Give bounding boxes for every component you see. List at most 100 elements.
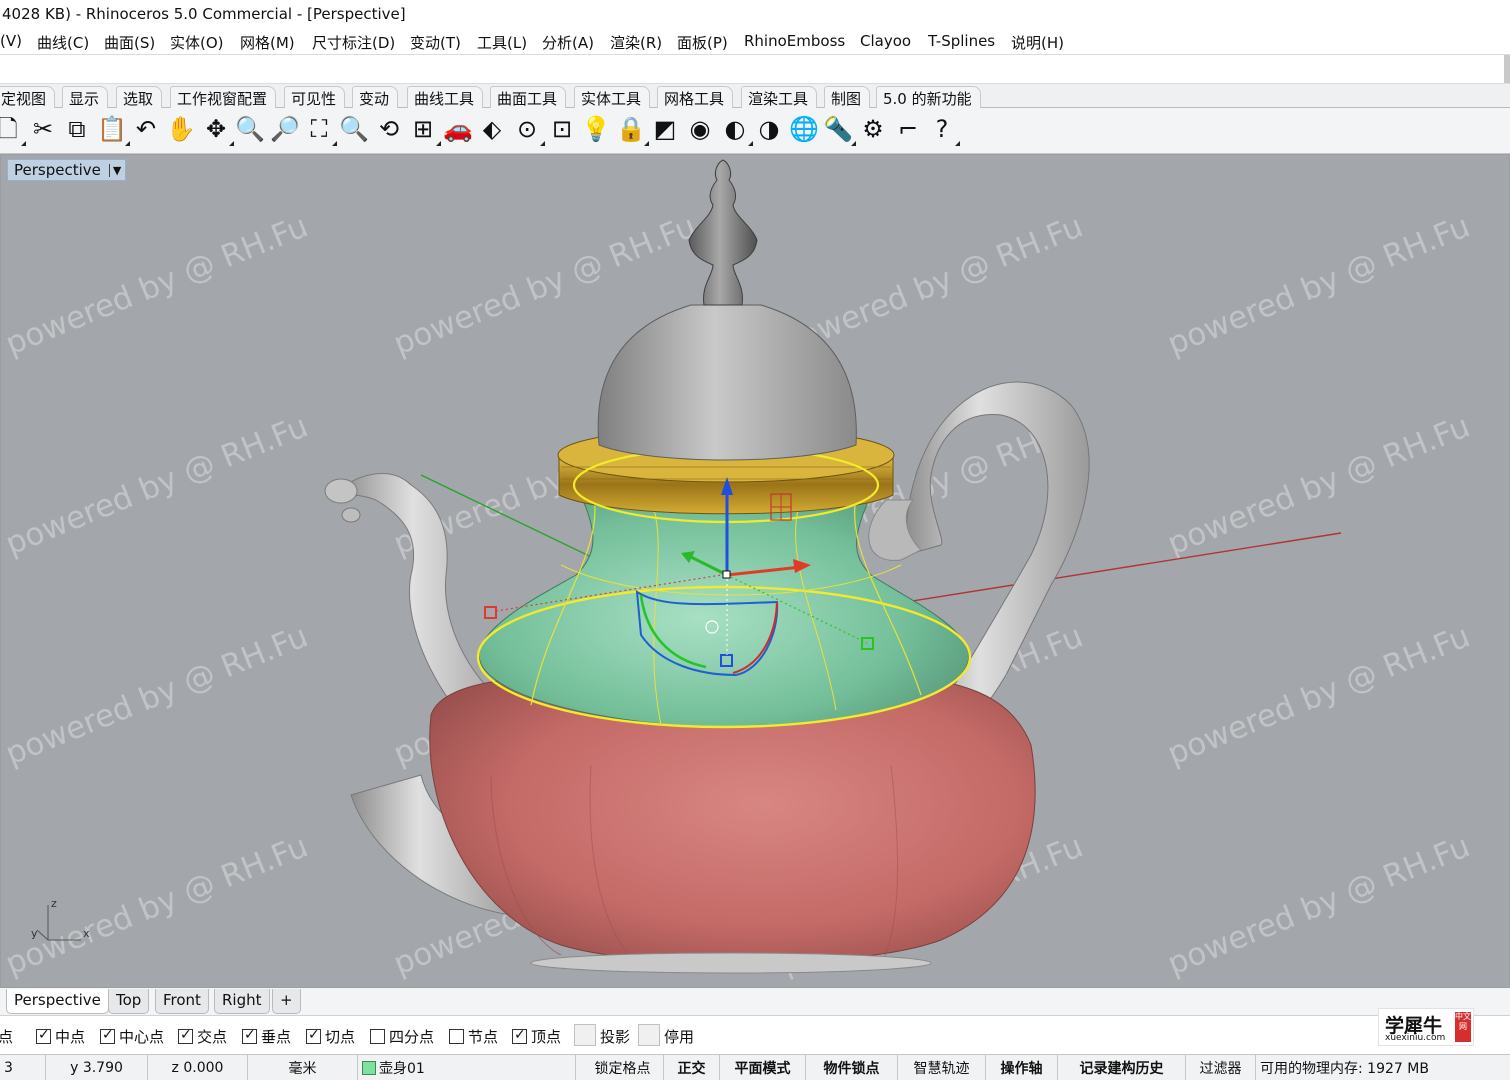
toggle-ortho[interactable]: 正交 xyxy=(664,1055,720,1080)
perspective-viewport[interactable]: powered by @ RH.Fu powered by @ RH.Fu powe… xyxy=(0,154,1510,988)
tab-display[interactable]: 显示 xyxy=(62,86,109,108)
toggle-planar[interactable]: 平面模式 xyxy=(720,1055,806,1080)
tab-viewport-layout[interactable]: 工作视窗配置 xyxy=(170,86,277,108)
osnap-checkbox[interactable] xyxy=(36,1027,51,1044)
properties-icon[interactable]: ⊡ xyxy=(546,112,578,146)
osnap-checkbox[interactable] xyxy=(370,1029,385,1044)
lock-icon[interactable]: 🔒 xyxy=(615,112,649,146)
osnap-tangent[interactable]: 切点 xyxy=(306,1026,355,1047)
menu-dimension[interactable]: 尺寸标注(D) xyxy=(312,32,395,53)
undo-view-icon[interactable]: ⟲ xyxy=(373,112,405,146)
menu-transform[interactable]: 变动(T) xyxy=(410,32,461,53)
cplane-icon[interactable]: ⬖ xyxy=(476,112,508,146)
tab-surface-tools[interactable]: 曲面工具 xyxy=(490,86,567,108)
viewport-scene[interactable]: powered by @ RH.Fu powered by @ RH.Fu powe… xyxy=(1,155,1510,988)
tab-new-in-v5[interactable]: 5.0 的新功能 xyxy=(876,86,981,108)
select-points-icon[interactable]: ⊙ xyxy=(511,112,545,146)
layer-icon[interactable]: ◩ xyxy=(649,112,681,146)
toggle-gumball[interactable]: 操作轴 xyxy=(986,1055,1058,1080)
tab-select[interactable]: 选取 xyxy=(116,86,163,108)
osnap-project[interactable]: 投影 xyxy=(600,1026,630,1047)
osnap-checkbox[interactable] xyxy=(306,1027,321,1044)
named-view-car-icon[interactable]: 🚗 xyxy=(442,112,474,146)
zoom-selected-icon[interactable]: 🔍 xyxy=(338,112,370,146)
tab-solid-tools[interactable]: 实体工具 xyxy=(574,86,651,108)
toggle-grid-snap[interactable]: 锁定格点 xyxy=(582,1055,664,1080)
undo-icon[interactable]: ↶ xyxy=(130,112,162,146)
osnap-disable[interactable]: 停用 xyxy=(664,1026,694,1047)
menu-help[interactable]: 说明(H) xyxy=(1011,32,1064,53)
osnap-point[interactable]: 点 xyxy=(0,1026,13,1047)
cut-icon[interactable]: ✂ xyxy=(27,112,59,146)
osnap-checkbox[interactable] xyxy=(242,1027,257,1044)
tab-render-tools[interactable]: 渲染工具 xyxy=(741,86,818,108)
osnap-checkbox[interactable] xyxy=(100,1027,115,1044)
toggle-smarttrack[interactable]: 智慧轨迹 xyxy=(898,1055,986,1080)
command-area[interactable] xyxy=(0,54,1510,84)
tab-visibility[interactable]: 可见性 xyxy=(284,86,346,108)
light-bulb-icon[interactable]: 💡 xyxy=(580,112,612,146)
help-icon[interactable]: ? xyxy=(926,112,960,146)
render-sphere-icon[interactable]: ◐ xyxy=(719,112,753,146)
four-viewports-icon[interactable]: ⊞ xyxy=(407,112,441,146)
new-icon[interactable]: 🗋 xyxy=(0,112,26,146)
menu-render[interactable]: 渲染(R) xyxy=(610,32,662,53)
disable-toggle-button[interactable] xyxy=(638,1024,660,1046)
zoom-icon[interactable]: 🔍 xyxy=(234,112,266,146)
tab-mesh-tools[interactable]: 网格工具 xyxy=(657,86,734,108)
pan-hand-icon[interactable]: ✋ xyxy=(165,112,197,146)
tab-transform[interactable]: 变动 xyxy=(352,86,399,108)
osnap-mid[interactable]: 中点 xyxy=(36,1026,85,1047)
menu-tools[interactable]: 工具(L) xyxy=(477,32,527,53)
toggle-filter[interactable]: 过滤器 xyxy=(1186,1055,1256,1080)
tab-perspective[interactable]: Perspective xyxy=(6,989,109,1014)
menu-clayoo[interactable]: Clayoo xyxy=(860,32,911,50)
gear-options-icon[interactable]: ⚙ xyxy=(857,112,889,146)
osnap-knot[interactable]: 节点 xyxy=(449,1026,498,1047)
osnap-checkbox[interactable] xyxy=(178,1027,193,1044)
tab-drafting[interactable]: 制图 xyxy=(824,86,871,108)
add-viewport-tab-icon[interactable]: + xyxy=(272,989,301,1014)
menu-surface[interactable]: 曲面(S) xyxy=(104,32,155,53)
tab-set-view[interactable]: 定视图 xyxy=(0,86,56,108)
color-wheel-icon[interactable]: ◉ xyxy=(684,112,716,146)
menu-solid[interactable]: 实体(O) xyxy=(170,32,224,53)
osnap-checkbox[interactable] xyxy=(449,1029,464,1044)
toggle-osnap[interactable]: 物件锁点 xyxy=(806,1055,898,1080)
toggle-record-history[interactable]: 记录建构历史 xyxy=(1058,1055,1186,1080)
copy-icon[interactable]: ⧉ xyxy=(61,112,93,146)
menu-mesh[interactable]: 网格(M) xyxy=(240,32,295,53)
tab-top[interactable]: Top xyxy=(108,989,150,1014)
menu-analyze[interactable]: 分析(A) xyxy=(542,32,594,53)
gumball-x-scale-handle[interactable] xyxy=(484,606,497,619)
osnap-perpendicular[interactable]: 垂点 xyxy=(242,1026,291,1047)
project-toggle-button[interactable] xyxy=(574,1024,596,1046)
rotate-view-icon[interactable]: ✥ xyxy=(200,112,234,146)
menu-tsplines[interactable]: T-Splines xyxy=(928,32,995,50)
tab-front[interactable]: Front xyxy=(155,989,209,1014)
osnap-vertex[interactable]: 顶点 xyxy=(512,1026,561,1047)
paste-icon[interactable]: 📋 xyxy=(96,112,130,146)
osnap-center[interactable]: 中心点 xyxy=(100,1026,164,1047)
gumball-center[interactable] xyxy=(722,570,731,579)
osnap-checkbox[interactable] xyxy=(512,1027,527,1044)
dimension-tool-icon[interactable]: ⌐ xyxy=(892,112,924,146)
status-units[interactable]: 毫米 xyxy=(248,1055,358,1080)
rendered-globe-icon[interactable]: 🌐 xyxy=(788,112,820,146)
command-scrollbar[interactable] xyxy=(1504,55,1510,83)
tab-curve-tools[interactable]: 曲线工具 xyxy=(407,86,484,108)
osnap-intersection[interactable]: 交点 xyxy=(178,1026,227,1047)
tab-right[interactable]: Right xyxy=(214,989,270,1014)
viewport-title-tab[interactable]: Perspective ▼ xyxy=(7,159,127,181)
menu-rhinoemboss[interactable]: RhinoEmboss xyxy=(744,32,845,50)
flashlight-icon[interactable]: 🔦 xyxy=(822,112,856,146)
shaded-sphere-icon[interactable]: ◑ xyxy=(753,112,785,146)
viewport-menu-caret-icon[interactable]: ▼ xyxy=(108,163,121,177)
menu-view[interactable]: (V) xyxy=(0,32,22,50)
menu-panels[interactable]: 面板(P) xyxy=(677,32,728,53)
menu-curve[interactable]: 曲线(C) xyxy=(37,32,89,53)
osnap-quadrant[interactable]: 四分点 xyxy=(370,1026,434,1047)
zoom-extents-icon[interactable]: ⛶ xyxy=(303,112,337,146)
status-current-layer[interactable]: 壶身01 xyxy=(358,1055,576,1080)
zoom-window-icon[interactable]: 🔎 xyxy=(269,112,301,146)
